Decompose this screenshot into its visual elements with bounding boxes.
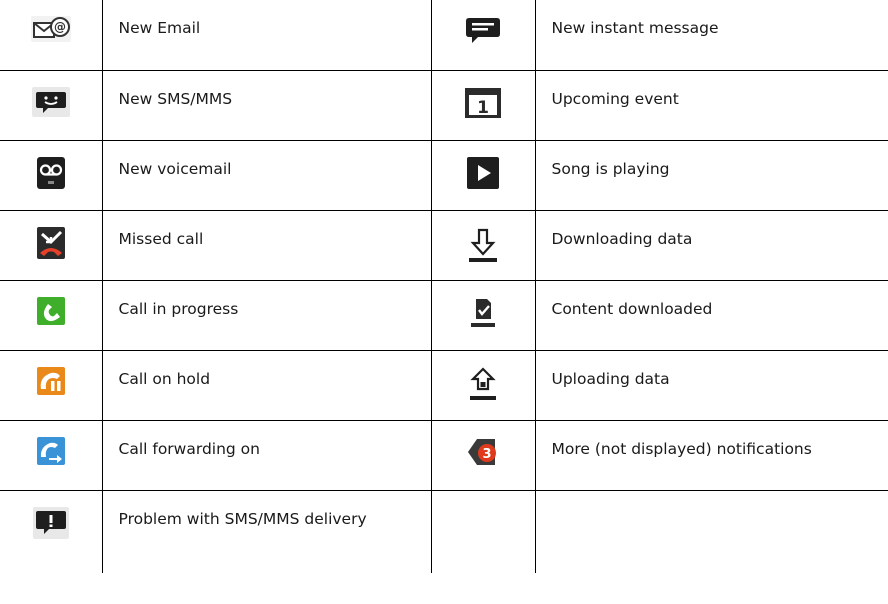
table-row: Call in progress Content downloaded xyxy=(0,279,888,351)
icon-label: New instant message xyxy=(551,19,719,37)
icon-cell xyxy=(0,69,103,141)
label-cell: New SMS/MMS xyxy=(101,69,432,141)
label-cell: Downloading data xyxy=(534,209,888,281)
empty-icon-cell xyxy=(430,489,536,573)
call-forwarding-icon xyxy=(36,436,65,465)
icon-label: New voicemail xyxy=(118,159,232,178)
label-cell: Call on hold xyxy=(101,349,432,421)
icon-label: More (not displayed) notifications xyxy=(551,439,812,458)
label-cell: Call forwarding on xyxy=(101,419,432,491)
icon-cell: 3 xyxy=(430,419,536,491)
label-cell: New Email xyxy=(101,0,432,71)
label-cell: Upcoming event xyxy=(534,69,888,141)
empty-label-cell xyxy=(534,489,888,573)
svg-text:1: 1 xyxy=(477,98,489,118)
table-row: New SMS/MMS 1 Upcoming event xyxy=(0,69,888,141)
icon-cell xyxy=(0,279,103,351)
label-cell: Uploading data xyxy=(534,349,888,421)
table-row: Call on hold Uploading data xyxy=(0,349,888,421)
icon-label xyxy=(536,491,888,508)
table-row: New voicemail Song is playing xyxy=(0,139,888,211)
icon-cell xyxy=(430,279,536,351)
table-row: Problem with SMS/MMS delivery xyxy=(0,489,888,573)
icon-label: Call in progress xyxy=(118,299,239,318)
call-in-progress-icon xyxy=(36,296,65,325)
play-icon xyxy=(467,156,499,189)
icon-label: Missed call xyxy=(118,229,204,248)
sms-problem-icon xyxy=(32,506,69,539)
icon-label: Song is playing xyxy=(551,159,670,178)
sms-icon xyxy=(31,86,70,117)
icon-label: Downloading data xyxy=(551,229,693,248)
icon-cell xyxy=(430,0,536,71)
upload-icon xyxy=(470,366,496,400)
label-cell: New voicemail xyxy=(101,139,432,211)
label-cell: Song is playing xyxy=(534,139,888,211)
voicemail-icon xyxy=(36,156,65,189)
notification-icons-table: @ New Email New instant message New SMS/… xyxy=(0,0,888,573)
icon-cell xyxy=(0,489,103,573)
instant-message-icon xyxy=(466,18,500,43)
icon-label: Content downloaded xyxy=(551,299,713,318)
call-on-hold-icon xyxy=(36,366,65,395)
more-notifications-icon: 3 xyxy=(468,438,496,465)
svg-text:@: @ xyxy=(54,20,66,34)
table-row: @ New Email New instant message xyxy=(0,0,888,71)
table-row: Missed call Downloading data xyxy=(0,209,888,281)
icon-label: Problem with SMS/MMS delivery xyxy=(118,509,367,528)
icon-label: Upcoming event xyxy=(551,89,679,108)
icon-cell: @ xyxy=(0,0,103,71)
svg-text:3: 3 xyxy=(482,447,491,462)
icon-cell xyxy=(0,139,103,211)
label-cell: Content downloaded xyxy=(534,279,888,351)
download-icon xyxy=(469,228,497,262)
icon-cell xyxy=(0,349,103,421)
icon-cell xyxy=(0,209,103,281)
icon-label: New Email xyxy=(118,19,201,37)
label-cell: Call in progress xyxy=(101,279,432,351)
icon-cell xyxy=(430,349,536,421)
icon-cell xyxy=(430,209,536,281)
icon-label: New SMS/MMS xyxy=(118,89,233,108)
icon-label: Call forwarding on xyxy=(118,439,261,458)
label-cell: New instant message xyxy=(534,0,888,71)
missed-call-icon xyxy=(36,226,65,259)
icon-cell xyxy=(0,419,103,491)
icon-label: Call on hold xyxy=(118,369,211,388)
icon-cell: 1 xyxy=(430,69,536,141)
icon-label: Uploading data xyxy=(551,369,670,388)
email-icon: @ xyxy=(30,16,71,42)
label-cell: Missed call xyxy=(101,209,432,281)
table-row: Call forwarding on 3 More (not displayed… xyxy=(0,419,888,491)
calendar-icon: 1 xyxy=(465,87,501,118)
label-cell: Problem with SMS/MMS delivery xyxy=(101,489,432,573)
label-cell: More (not displayed) notifications xyxy=(534,419,888,491)
icon-cell xyxy=(430,139,536,211)
content-downloaded-icon xyxy=(471,298,495,327)
